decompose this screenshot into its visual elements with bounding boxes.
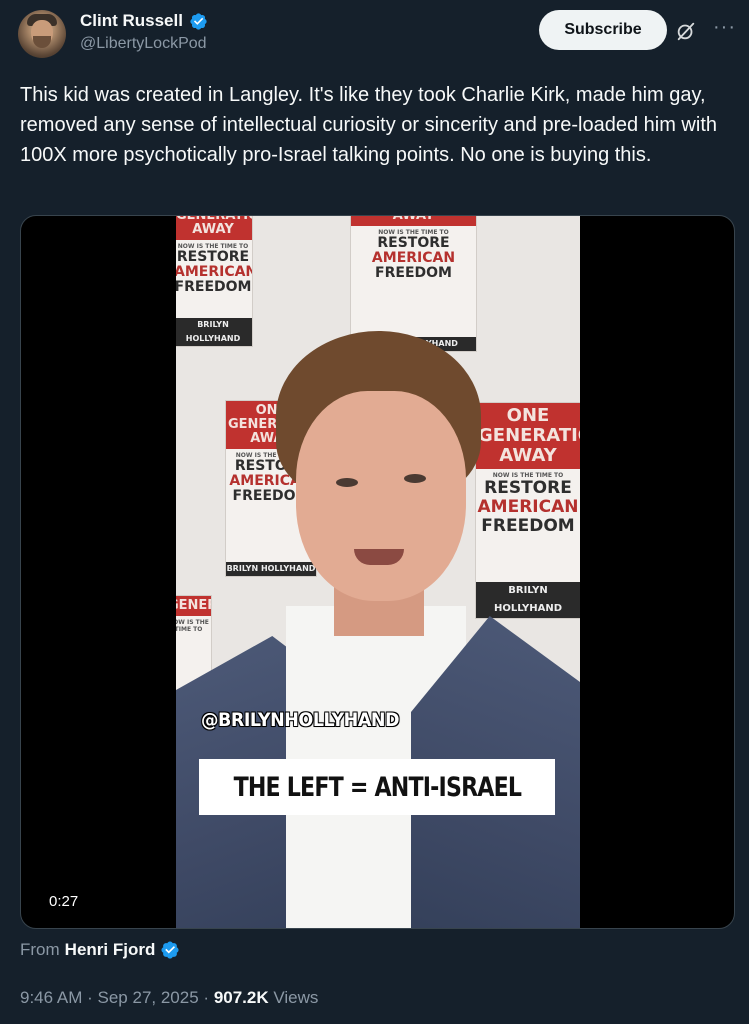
verified-badge-icon bbox=[161, 941, 179, 959]
poster-text: RESTORE bbox=[484, 478, 572, 498]
video-duration: 0:27 bbox=[45, 891, 83, 912]
backdrop-poster: GENERATION AWAY NOW IS THE TIME TO RESTO… bbox=[176, 216, 252, 346]
views-label: Views bbox=[273, 988, 319, 1007]
face bbox=[296, 391, 466, 601]
poster-text: FREEDOM bbox=[481, 516, 575, 536]
backdrop-poster: ONE GENERATION AWAY NOW IS THE TIME TO R… bbox=[476, 403, 580, 618]
poster-subtitle: NOW IS THE TIME TO bbox=[176, 619, 209, 633]
author-handle[interactable]: @LibertyLockPod bbox=[80, 35, 208, 53]
poster-text: FREEDOM bbox=[375, 265, 452, 281]
post-time[interactable]: 9:46 AM bbox=[20, 988, 82, 1007]
video-caption-handle: @BRILYNHOLLYHAND bbox=[201, 709, 400, 731]
name-row: Clint Russell bbox=[80, 11, 208, 31]
poster-author: BRILYN HOLLYHAND bbox=[176, 318, 252, 346]
avatar[interactable] bbox=[18, 10, 66, 58]
video-frame[interactable]: GENERATION AWAY NOW IS THE TIME TO RESTO… bbox=[176, 216, 580, 928]
grok-icon[interactable] bbox=[675, 20, 697, 42]
views-count[interactable]: 907.2K bbox=[214, 988, 269, 1007]
video-player[interactable]: GENERATION AWAY NOW IS THE TIME TO RESTO… bbox=[20, 215, 735, 929]
source-name[interactable]: Henri Fjord bbox=[65, 940, 156, 960]
poster-red-band: ONE GENERATION AWAY bbox=[476, 403, 580, 469]
meta-separator: · bbox=[87, 988, 93, 1007]
poster-text: AWAY bbox=[499, 445, 557, 466]
poster-red-band: AWAY bbox=[351, 216, 476, 226]
poster-text: AMERICAN bbox=[176, 264, 252, 280]
author-info[interactable]: Clint Russell @LibertyLockPod bbox=[80, 11, 208, 53]
left-eye bbox=[336, 478, 358, 487]
poster-text: RESTORE bbox=[176, 249, 250, 265]
poster-text: RESTORE bbox=[377, 235, 450, 251]
poster-text: FREEDOM bbox=[176, 279, 252, 295]
post-header: Clint Russell @LibertyLockPod Subscribe … bbox=[18, 10, 735, 62]
poster-text: AMERICAN bbox=[371, 250, 456, 266]
poster-author: BRILYN HOLLYHAND bbox=[476, 582, 580, 618]
avatar-beard bbox=[33, 36, 51, 48]
poster-text: GENERATION bbox=[478, 425, 580, 446]
post-date[interactable]: Sep 27, 2025 bbox=[98, 988, 199, 1007]
poster-text: AWAY bbox=[353, 216, 474, 223]
poster-text: GENERATION bbox=[176, 598, 211, 613]
video-caption-main: THE LEFT = ANTI-ISRAEL bbox=[233, 771, 521, 803]
post: Clint Russell @LibertyLockPod Subscribe … bbox=[0, 0, 749, 1024]
poster-author: BRILYN HOLLYHAND bbox=[226, 562, 316, 576]
verified-badge-icon bbox=[190, 12, 207, 30]
video-source: From Henri Fjord bbox=[20, 940, 180, 960]
poster-text: ONE bbox=[506, 405, 550, 426]
right-eye bbox=[404, 474, 426, 483]
poster-text: AMERICAN bbox=[477, 497, 579, 517]
more-icon[interactable]: ··· bbox=[713, 17, 735, 42]
tweet-text: This kid was created in Langley. It's li… bbox=[20, 84, 718, 166]
poster-text: AWAY bbox=[192, 222, 234, 237]
post-meta: 9:46 AM · Sep 27, 2025 · 907.2K Views bbox=[20, 988, 318, 1008]
poster-red-band: GENERATION AWAY bbox=[176, 216, 252, 240]
subscribe-button[interactable]: Subscribe bbox=[539, 10, 667, 50]
poster-red-band: GENERATION bbox=[176, 596, 211, 616]
source-prefix: From bbox=[20, 940, 60, 959]
video-caption-box: THE LEFT = ANTI-ISRAEL bbox=[199, 759, 555, 815]
author-display-name[interactable]: Clint Russell bbox=[80, 11, 183, 31]
meta-separator: · bbox=[203, 988, 210, 1007]
